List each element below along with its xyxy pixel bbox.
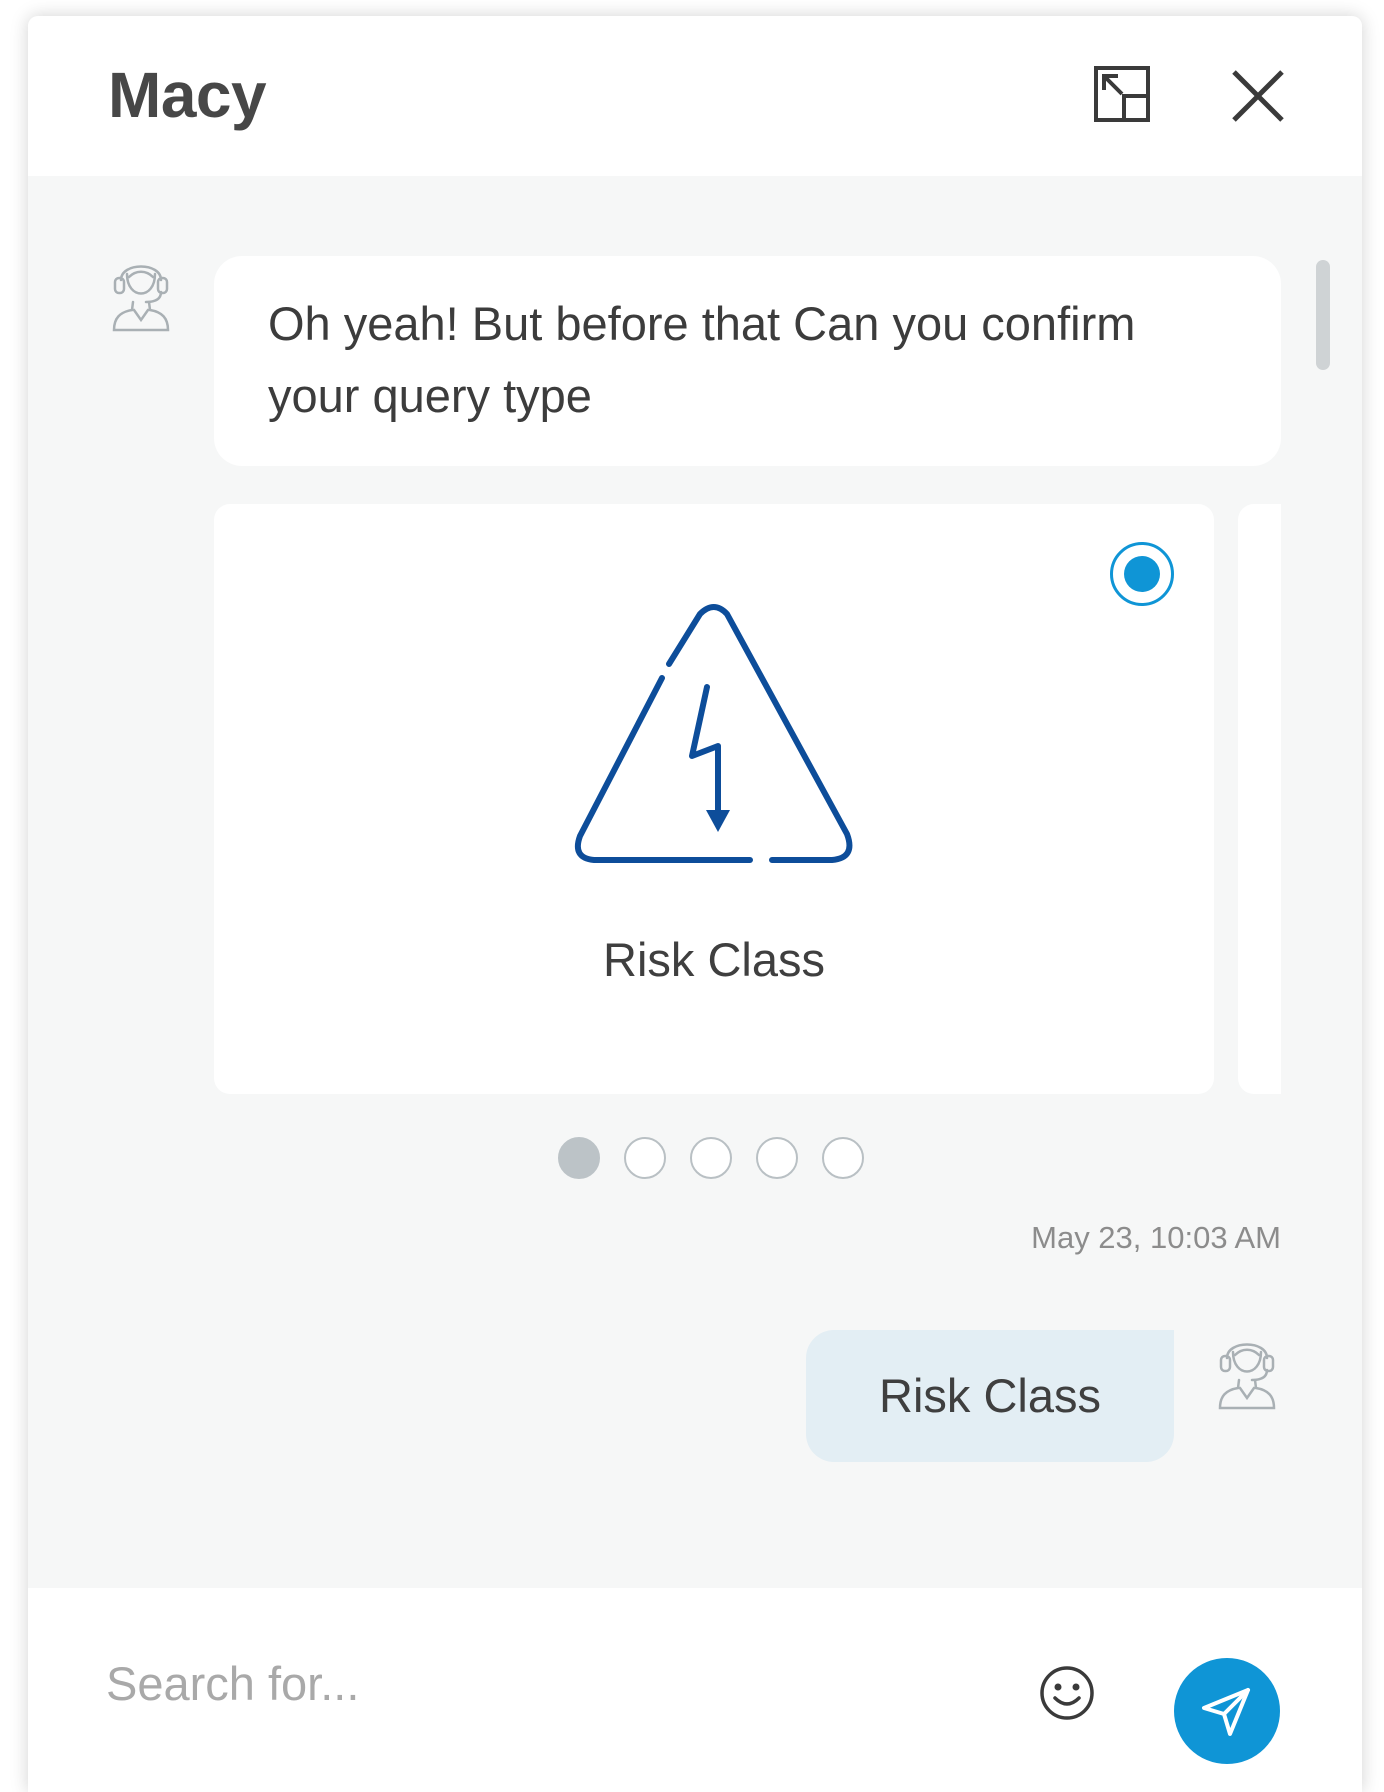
radio-selected-dot — [1124, 556, 1160, 592]
carousel-dot-3[interactable] — [690, 1137, 732, 1179]
search-input[interactable] — [106, 1638, 966, 1728]
carousel-dot-1[interactable] — [558, 1137, 600, 1179]
high-voltage-warning-icon — [574, 604, 853, 863]
close-icon — [1232, 70, 1284, 122]
next-card-preview[interactable] — [1238, 504, 1281, 1094]
card-label: Risk Class — [603, 933, 825, 986]
message-timestamp: May 23, 10:03 AM — [1031, 1220, 1281, 1255]
carousel-dot-2[interactable] — [624, 1137, 666, 1179]
expand-icon — [1094, 66, 1150, 122]
send-paper-plane-icon — [1202, 1688, 1250, 1736]
agent-headset-avatar-icon — [112, 265, 170, 332]
carousel-dot-4[interactable] — [756, 1137, 798, 1179]
agent-name-title: Macy — [108, 59, 267, 131]
chat-window: Macy Oh yeah! But before that Can you co… — [28, 16, 1362, 1792]
user-headset-avatar-icon — [1218, 1343, 1276, 1410]
chat-scrollbar[interactable] — [1316, 260, 1330, 370]
emoji-button[interactable] — [1038, 1664, 1096, 1722]
incoming-message-bubble: Oh yeah! But before that Can you confirm… — [214, 256, 1281, 466]
send-button[interactable] — [1174, 1658, 1280, 1764]
smiley-icon — [1040, 1666, 1094, 1720]
card-select-radio[interactable] — [1110, 542, 1174, 606]
expand-button[interactable] — [1088, 60, 1160, 132]
close-button[interactable] — [1222, 60, 1294, 132]
message-composer — [28, 1588, 1362, 1792]
query-type-card[interactable]: Risk Class — [214, 504, 1214, 1094]
outgoing-message-bubble: Risk Class — [806, 1330, 1174, 1462]
carousel-pagination — [558, 1137, 864, 1181]
carousel-dot-5[interactable] — [822, 1137, 864, 1179]
chat-header: Macy — [28, 16, 1362, 176]
